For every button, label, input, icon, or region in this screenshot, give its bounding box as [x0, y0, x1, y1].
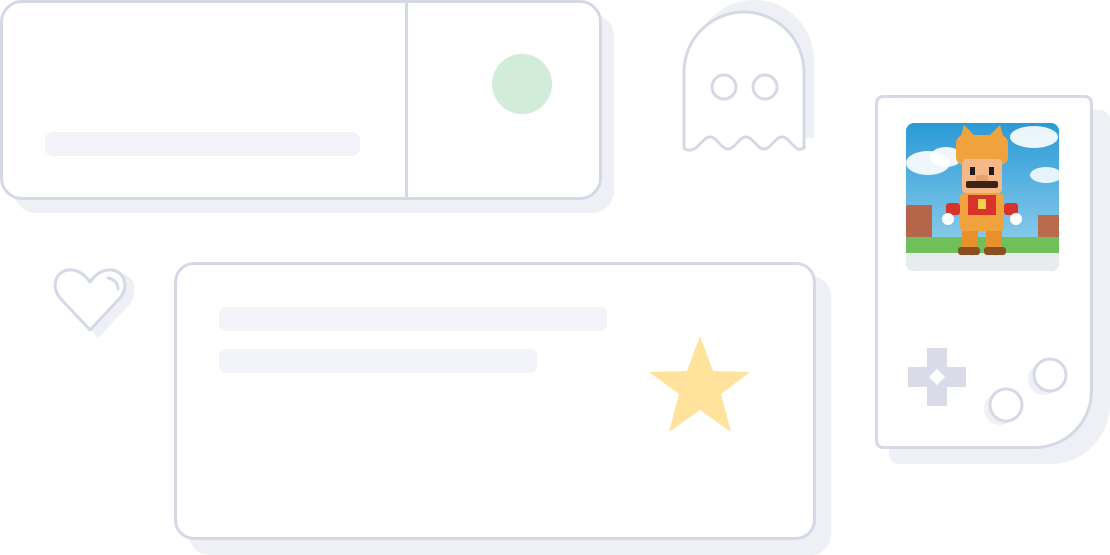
top-card-placeholder-line [45, 132, 360, 156]
illustration-scene [0, 0, 1110, 555]
heart-icon [53, 268, 135, 338]
ghost-icon [682, 0, 814, 152]
a-button-icon [1028, 357, 1068, 395]
green-dot-icon [492, 54, 552, 114]
dpad-icon [908, 348, 966, 406]
handheld-console [875, 95, 1093, 449]
bottom-card-placeholder-line-2 [219, 349, 537, 373]
b-button-icon [984, 387, 1024, 425]
star-icon [649, 336, 750, 432]
bottom-card-placeholder-line-1 [219, 307, 607, 331]
top-card-divider [405, 3, 408, 197]
mario-figure-photo [906, 123, 1059, 271]
